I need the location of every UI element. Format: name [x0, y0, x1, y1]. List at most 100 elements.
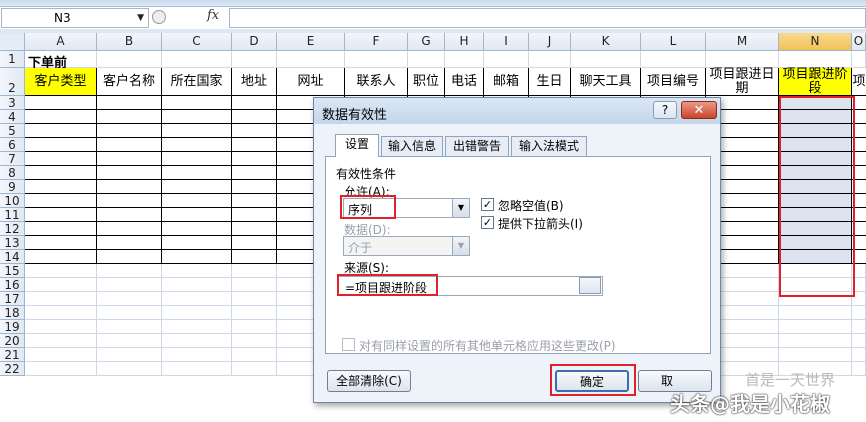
table-cell[interactable]: [162, 166, 232, 180]
table-cell[interactable]: [162, 152, 232, 166]
header-cell[interactable]: 客户类型: [25, 68, 97, 96]
grid-cell[interactable]: [852, 334, 866, 348]
table-cell[interactable]: [162, 194, 232, 208]
table-cell[interactable]: [97, 250, 162, 264]
row-header-9[interactable]: 9: [0, 180, 25, 194]
table-cell[interactable]: [97, 124, 162, 138]
grid-cell[interactable]: [232, 320, 277, 334]
table-cell[interactable]: [232, 152, 277, 166]
grid-cell[interactable]: [162, 362, 232, 376]
header-cell[interactable]: 职位: [408, 68, 445, 96]
header-cell[interactable]: 联系人: [345, 68, 408, 96]
header-cell[interactable]: 项目跟进阶段: [779, 67, 852, 96]
formula-input[interactable]: [229, 8, 866, 28]
grid-cell[interactable]: [97, 292, 162, 306]
grid-cell[interactable]: [779, 320, 852, 334]
grid-cell[interactable]: [25, 362, 97, 376]
name-box[interactable]: N3 ▼: [1, 8, 149, 28]
table-cell[interactable]: [25, 236, 97, 250]
column-header-d[interactable]: D: [232, 33, 277, 51]
header-cell[interactable]: 电话: [445, 68, 484, 96]
row-header-7[interactable]: 7: [0, 152, 25, 166]
header-cell[interactable]: 所在国家: [162, 68, 232, 96]
table-cell[interactable]: [232, 110, 277, 124]
grid-cell[interactable]: [232, 51, 277, 68]
row-header-2[interactable]: 2: [0, 68, 25, 96]
grid-cell[interactable]: [852, 320, 866, 334]
grid-cell[interactable]: [779, 348, 852, 362]
column-header-g[interactable]: G: [408, 33, 445, 51]
header-cell[interactable]: 项: [852, 68, 866, 96]
row-header-8[interactable]: 8: [0, 166, 25, 180]
table-cell[interactable]: [162, 250, 232, 264]
table-cell[interactable]: [25, 138, 97, 152]
grid-cell[interactable]: [162, 320, 232, 334]
header-cell[interactable]: 聊天工具: [571, 68, 641, 96]
column-header-f[interactable]: F: [345, 33, 408, 51]
table-cell[interactable]: [232, 138, 277, 152]
row-header-21[interactable]: 21: [0, 348, 25, 362]
column-header-i[interactable]: I: [484, 33, 529, 51]
table-cell[interactable]: [97, 222, 162, 236]
table-cell[interactable]: [25, 166, 97, 180]
column-header-n[interactable]: N: [779, 33, 852, 51]
row-header-17[interactable]: 17: [0, 292, 25, 306]
tab-input-message[interactable]: 输入信息: [381, 136, 443, 156]
ignore-blank-checkbox[interactable]: ✓: [481, 198, 494, 211]
row-header-15[interactable]: 15: [0, 264, 25, 278]
row-header-16[interactable]: 16: [0, 278, 25, 292]
tab-error-alert[interactable]: 出错警告: [445, 136, 509, 156]
grid-cell[interactable]: [97, 278, 162, 292]
select-all-corner[interactable]: [0, 33, 25, 51]
header-cell[interactable]: 客户名称: [97, 68, 162, 96]
grid-cell[interactable]: [232, 362, 277, 376]
grid-cell[interactable]: [162, 278, 232, 292]
grid-cell[interactable]: [779, 306, 852, 320]
grid-cell[interactable]: [277, 51, 345, 68]
header-cell[interactable]: 邮箱: [484, 68, 529, 96]
table-cell[interactable]: [232, 124, 277, 138]
grid-cell[interactable]: [232, 292, 277, 306]
table-cell[interactable]: [97, 194, 162, 208]
help-button[interactable]: ?: [653, 101, 677, 119]
tab-settings[interactable]: 设置: [335, 134, 379, 157]
grid-cell[interactable]: [852, 51, 866, 68]
table-cell[interactable]: [25, 110, 97, 124]
column-header-c[interactable]: C: [162, 33, 232, 51]
row-header-22[interactable]: 22: [0, 362, 25, 376]
table-cell[interactable]: [232, 96, 277, 110]
close-button[interactable]: ✕: [681, 101, 717, 119]
grid-cell[interactable]: [25, 278, 97, 292]
grid-cell[interactable]: [25, 320, 97, 334]
table-cell[interactable]: [97, 166, 162, 180]
table-cell[interactable]: [232, 236, 277, 250]
grid-cell[interactable]: [232, 348, 277, 362]
column-header-l[interactable]: L: [641, 33, 706, 51]
header-cell[interactable]: 项目跟进日期: [706, 67, 779, 96]
table-cell[interactable]: [162, 138, 232, 152]
grid-cell[interactable]: [162, 264, 232, 278]
grid-cell[interactable]: [97, 348, 162, 362]
table-cell[interactable]: [162, 208, 232, 222]
grid-cell[interactable]: [641, 51, 706, 68]
dropdown-checkbox[interactable]: ✓: [481, 216, 494, 229]
header-cell[interactable]: 网址: [277, 68, 345, 96]
table-cell[interactable]: [25, 124, 97, 138]
column-header-m[interactable]: M: [706, 33, 779, 51]
row-header-10[interactable]: 10: [0, 194, 25, 208]
table-cell[interactable]: [162, 180, 232, 194]
grid-cell[interactable]: [852, 306, 866, 320]
table-cell[interactable]: [97, 96, 162, 110]
table-cell[interactable]: [97, 236, 162, 250]
table-cell[interactable]: [97, 110, 162, 124]
column-header-k[interactable]: K: [571, 33, 641, 51]
row-header-14[interactable]: 14: [0, 250, 25, 264]
table-cell[interactable]: [25, 96, 97, 110]
grid-cell[interactable]: [97, 320, 162, 334]
grid-cell[interactable]: [97, 264, 162, 278]
grid-cell[interactable]: [232, 278, 277, 292]
table-cell[interactable]: [25, 208, 97, 222]
grid-cell[interactable]: [571, 51, 641, 68]
row-header-18[interactable]: 18: [0, 306, 25, 320]
grid-cell[interactable]: [529, 51, 571, 68]
